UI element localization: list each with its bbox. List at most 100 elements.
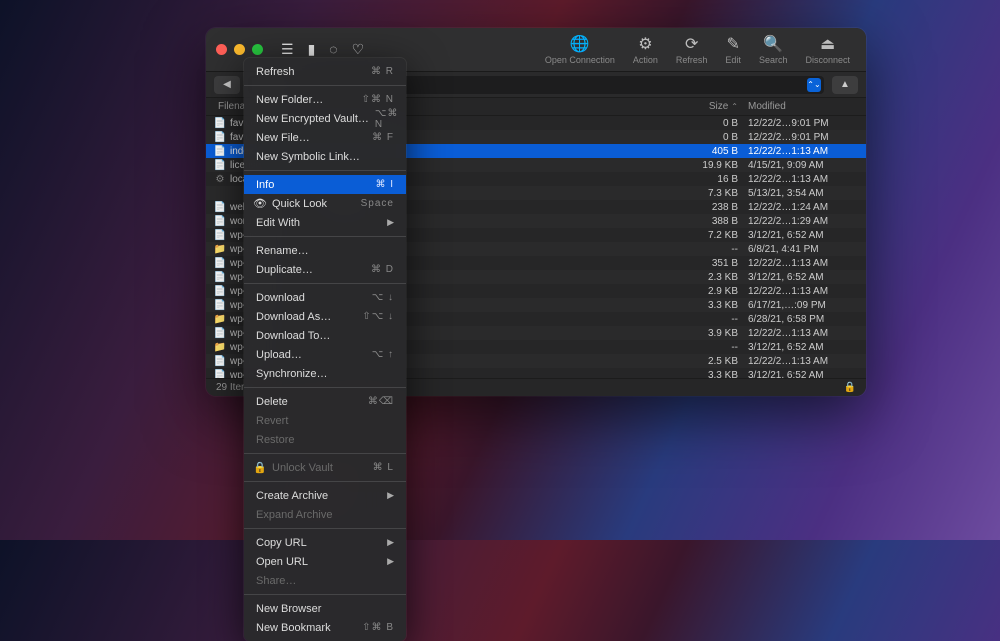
menu-separator: [244, 85, 406, 86]
file-modified: 12/22/2…1:13 AM: [748, 146, 858, 157]
menu-item-label: New Symbolic Link…: [256, 151, 394, 163]
file-size: 7.2 KB: [678, 230, 748, 241]
menu-item-download[interactable]: Download⌥ ↓: [244, 288, 406, 307]
bonjour-icon[interactable]: ◌: [329, 41, 337, 58]
file-size: 351 B: [678, 258, 748, 269]
menu-item-label: Edit With: [256, 217, 381, 229]
menu-shortcut: ⌥ ↓: [372, 292, 394, 303]
file-modified: 3/12/21, 6:52 AM: [748, 370, 858, 379]
back-button[interactable]: ◀: [214, 76, 240, 94]
menu-item-synchronize[interactable]: Synchronize…: [244, 364, 406, 383]
file-icon: 📄: [214, 145, 226, 157]
up-button[interactable]: ▲: [832, 76, 858, 94]
menu-shortcut: ⇧⌘ B: [362, 622, 394, 633]
favorite-icon[interactable]: ♡: [352, 41, 365, 58]
menu-item-refresh[interactable]: Refresh⌘ R: [244, 62, 406, 81]
history-icon[interactable]: ▮: [308, 41, 316, 58]
menu-item-label: New Encrypted Vault…: [256, 113, 369, 125]
file-modified: 6/28/21, 6:58 PM: [748, 314, 858, 325]
menu-item-new-bookmark[interactable]: New Bookmark⇧⌘ B: [244, 618, 406, 637]
menu-shortcut: ⌘ I: [375, 179, 394, 190]
menu-item-duplicate[interactable]: Duplicate… ⌘ D: [244, 260, 406, 279]
file-icon: 📄: [214, 271, 226, 283]
close-window-button[interactable]: [216, 44, 227, 55]
sort-indicator-icon: ⌃: [731, 102, 738, 111]
menu-item-icon: 🔒: [254, 461, 266, 474]
menu-item-label: Revert: [256, 415, 394, 427]
menu-item-info[interactable]: Info⌘ I: [244, 175, 406, 194]
menu-item-download-to[interactable]: Download To…: [244, 326, 406, 345]
file-modified: 12/22/2…1:13 AM: [748, 328, 858, 339]
search-button[interactable]: 🔍Search: [753, 33, 794, 67]
path-dropdown-icon[interactable]: ⌃⌄: [807, 78, 821, 92]
file-size: 3.3 KB: [678, 370, 748, 379]
file-icon: 📄: [214, 159, 226, 171]
menu-item-rename[interactable]: Rename…: [244, 241, 406, 260]
col-modified[interactable]: Modified: [748, 101, 858, 112]
menu-item-label: Duplicate…: [256, 264, 365, 276]
menu-item-label: Expand Archive: [256, 509, 394, 521]
menu-item-delete[interactable]: Delete⌘⌫: [244, 392, 406, 411]
file-icon: 📄: [214, 327, 226, 339]
menu-item-new-file[interactable]: New File…⌘ F: [244, 128, 406, 147]
toolbar-label: Action: [633, 55, 658, 65]
menu-item-share: Share…: [244, 571, 406, 590]
zoom-window-button[interactable]: [252, 44, 263, 55]
context-menu[interactable]: Refresh⌘ R New Folder… ⇧⌘ N New Encrypted V…: [244, 58, 406, 641]
file-size: 2.3 KB: [678, 272, 748, 283]
menu-item-new-symbolic-link[interactable]: New Symbolic Link…: [244, 147, 406, 166]
file-size: 16 B: [678, 174, 748, 185]
menu-item-label: New Folder…: [256, 94, 356, 106]
menu-item-label: Copy URL: [256, 537, 381, 549]
menu-item-upload[interactable]: Upload…⌥ ↑: [244, 345, 406, 364]
file-size: 0 B: [678, 118, 748, 129]
edit-icon: ✎: [726, 35, 739, 53]
menu-item-open-url[interactable]: Open URL▶: [244, 552, 406, 571]
menu-item-download-as[interactable]: Download As…⇧⌥ ↓: [244, 307, 406, 326]
file-icon: 📄: [214, 117, 226, 129]
action-button[interactable]: ⚙Action: [627, 33, 664, 67]
gear-icon: ⚙: [214, 173, 226, 185]
search-icon: 🔍: [763, 35, 783, 53]
menu-shortcut: ⌘ D: [371, 264, 394, 275]
menu-item-label: Synchronize…: [256, 368, 394, 380]
file-modified: 12/22/2…1:13 AM: [748, 258, 858, 269]
menu-item-label: New Browser: [256, 603, 394, 615]
menu-item-expand-archive: Expand Archive: [244, 505, 406, 524]
file-size: --: [678, 244, 748, 255]
menu-shortcut: Space: [361, 198, 394, 209]
file-icon: 📄: [214, 215, 226, 227]
bookmarks-icon[interactable]: ☰: [281, 41, 294, 58]
minimize-window-button[interactable]: [234, 44, 245, 55]
file-icon: 📄: [214, 285, 226, 297]
folder-icon: 📁: [214, 243, 226, 255]
menu-item-new-browser[interactable]: New Browser: [244, 599, 406, 618]
edit-button[interactable]: ✎ Edit: [719, 33, 747, 67]
col-size[interactable]: Size⌃: [678, 101, 748, 112]
disconnect-button[interactable]: ⏏Disconnect: [799, 33, 856, 67]
menu-item-quick-look[interactable]: 👁Quick LookSpace: [244, 194, 406, 213]
menu-item-create-archive[interactable]: Create Archive▶: [244, 486, 406, 505]
menu-item-unlock-vault: 🔒Unlock Vault⌘ L: [244, 458, 406, 477]
menu-shortcut: ⇧⌘ N: [362, 94, 394, 105]
file-icon: 📄: [214, 201, 226, 213]
file-modified: 5/13/21, 3:54 AM: [748, 188, 858, 199]
menu-item-label: Quick Look: [272, 198, 355, 210]
menu-item-new-folder[interactable]: New Folder… ⇧⌘ N: [244, 90, 406, 109]
file-modified: 12/22/2…1:13 AM: [748, 286, 858, 297]
menu-item-copy-url[interactable]: Copy URL▶: [244, 533, 406, 552]
menu-item-new-encrypted-vault[interactable]: New Encrypted Vault… ⌥⌘ N: [244, 109, 406, 128]
disconnect-icon: ⏏: [820, 35, 835, 53]
menu-shortcut: ⌥⌘ N: [375, 108, 399, 130]
refresh-button[interactable]: ⟳Refresh: [670, 33, 714, 67]
menu-separator: [244, 236, 406, 237]
open-connection-icon: 🌐: [570, 35, 590, 53]
open-connection-button[interactable]: 🌐Open Connection: [539, 33, 621, 67]
file-icon: 📄: [214, 229, 226, 241]
menu-item-edit-with[interactable]: Edit With▶: [244, 213, 406, 232]
menu-shortcut: ⌘⌫: [368, 396, 394, 407]
toolbar-label: Edit: [725, 55, 741, 65]
file-modified: 6/8/21, 4:41 PM: [748, 244, 858, 255]
menu-separator: [244, 283, 406, 284]
file-modified: 12/22/2…9:01 PM: [748, 132, 858, 143]
